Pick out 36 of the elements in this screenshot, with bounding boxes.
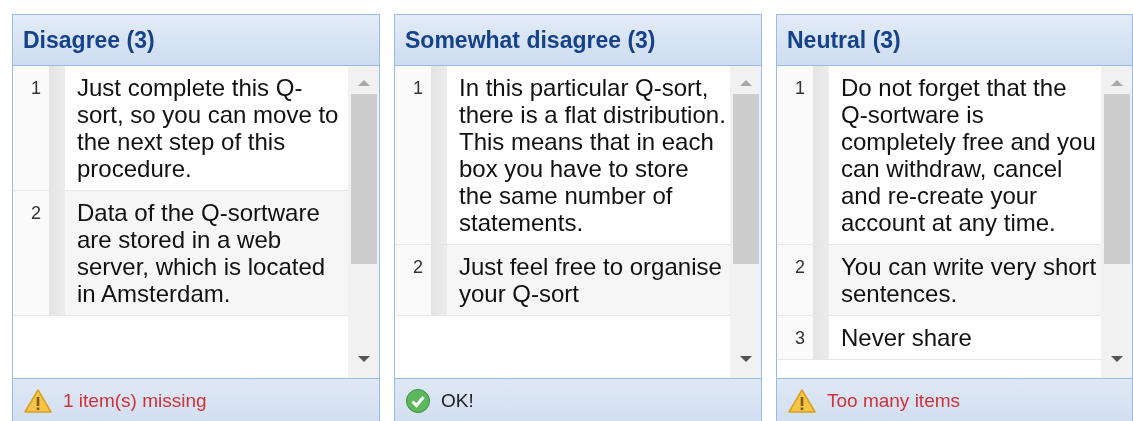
row-number: 1 bbox=[13, 66, 65, 190]
statement-row[interactable]: 2 You can write very short sentences. bbox=[777, 245, 1101, 316]
column-title: Disagree (3) bbox=[23, 26, 155, 54]
warning-icon bbox=[787, 387, 817, 414]
column-title: Neutral (3) bbox=[787, 26, 901, 54]
statement-text: Just feel free to organise your Q-sort bbox=[447, 245, 730, 315]
warning-icon bbox=[23, 387, 53, 414]
statement-row[interactable]: 2 Just feel free to organise your Q-sort bbox=[395, 245, 730, 316]
scroll-thumb[interactable] bbox=[732, 94, 759, 264]
statement-text: Just complete this Q-sort, so you can move to the next step of this procedure. bbox=[76, 73, 340, 184]
check-icon bbox=[405, 387, 431, 414]
scroll-thumb[interactable] bbox=[1103, 94, 1130, 264]
statement-row[interactable]: 1 Do not forget that the Q-sortware is completely free and you can withdraw, cancel and re-create your account at any time. bbox=[777, 66, 1101, 245]
status-message: Too many items bbox=[827, 389, 961, 412]
statement-row[interactable]: 2 Data of the Q-sortware are stored in a web server, which is located in Amsterdam. bbox=[13, 191, 348, 316]
row-number: 2 bbox=[777, 245, 829, 315]
row-number: 1 bbox=[395, 66, 447, 244]
scroll-thumb[interactable] bbox=[350, 94, 377, 264]
row-number: 2 bbox=[13, 191, 65, 315]
row-number: 1 bbox=[777, 66, 829, 244]
statement-text: Never share bbox=[840, 323, 973, 353]
status-message: OK! bbox=[441, 389, 474, 412]
scrollbar[interactable] bbox=[1101, 66, 1132, 378]
scrollbar[interactable] bbox=[730, 66, 761, 378]
statement-text: In this particular Q-sort, there is a flat distribution. This means that in each box you have to store the same number of statements. bbox=[458, 73, 727, 238]
row-number: 2 bbox=[395, 245, 447, 315]
statement-text: Data of the Q-sortware are stored in a web server, which is located in Amsterdam. bbox=[65, 191, 348, 315]
statement-row[interactable]: 1 In this particular Q-sort, there is a flat distribution. This means that in each box you have to store the same number of statements. bbox=[395, 66, 730, 245]
scrollbar[interactable] bbox=[348, 66, 379, 378]
statement-row[interactable]: 1 Just complete this Q-sort, so you can move to the next step of this procedure. bbox=[13, 66, 348, 191]
statement-row[interactable]: 3 Never share bbox=[777, 316, 1101, 360]
status-message: 1 item(s) missing bbox=[63, 389, 207, 412]
statement-text: You can write very short sentences. bbox=[829, 245, 1101, 315]
row-number: 3 bbox=[777, 316, 829, 359]
column-title: Somewhat disagree (3) bbox=[405, 26, 656, 54]
statement-text: Do not forget that the Q-sortware is completely free and you can withdraw, cancel and re-create your account at any time. bbox=[840, 73, 1097, 238]
